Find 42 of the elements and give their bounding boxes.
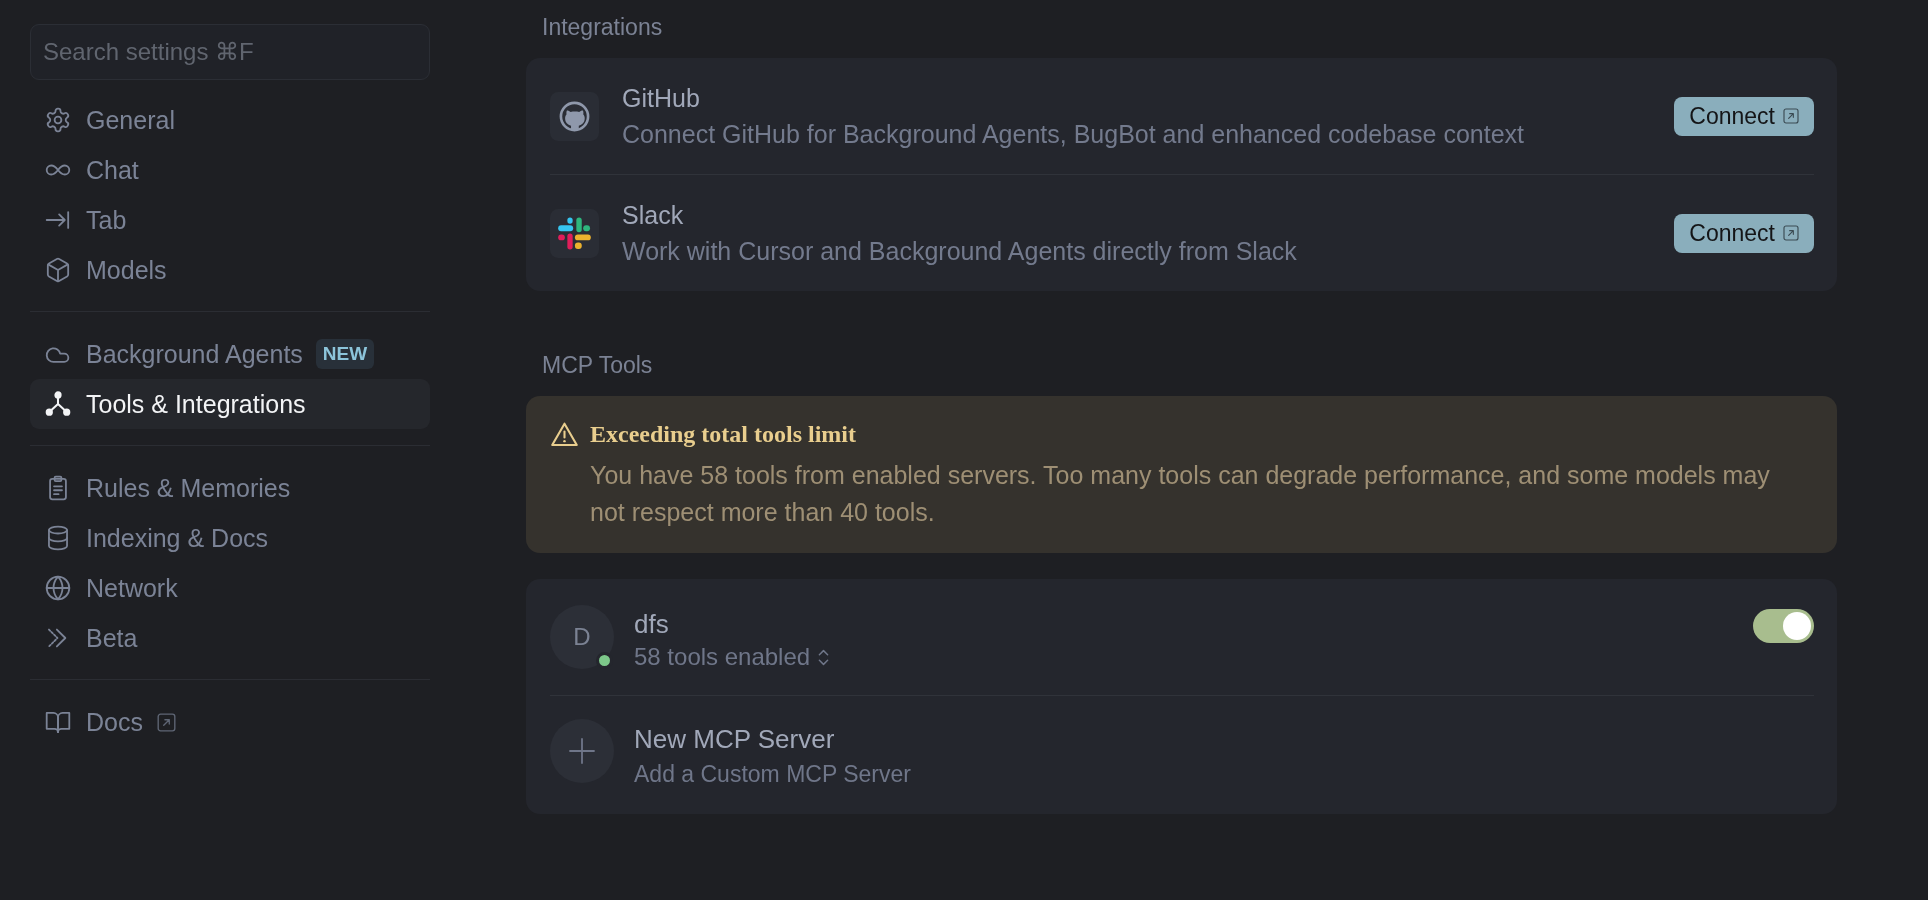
sidebar-item[interactable]: Background Agents NEW — [30, 329, 430, 379]
sidebar-item[interactable]: Models — [30, 245, 430, 295]
server-name: dfs — [634, 608, 669, 640]
sidebar-item[interactable]: Beta — [30, 613, 430, 663]
sidebar-item[interactable]: Network — [30, 563, 430, 613]
section-heading: Integrations — [541, 13, 664, 42]
section-heading: MCP Tools — [541, 351, 654, 380]
sidebar-item[interactable]: Rules & Memories — [30, 463, 430, 513]
server-avatar: D — [550, 605, 614, 669]
github-logo-icon — [550, 91, 599, 141]
warning-message: You have 58 tools from enabled servers. Too many tools can degrade performance, and some models may not respect more than 40 tools. — [590, 460, 1771, 528]
search-field[interactable]: Search settings ⌘F — [30, 24, 430, 80]
add-server-icon[interactable] — [550, 718, 614, 783]
feature-tag: NEW — [315, 339, 375, 369]
sidebar-item[interactable]: General — [30, 95, 430, 145]
sidebar-item[interactable]: Docs — [30, 697, 430, 747]
connect-button[interactable]: Connect — [1674, 213, 1814, 253]
database-icon — [45, 525, 71, 551]
integration-description: Connect GitHub for Background Agents, BugBot and enhanced codebase context — [622, 119, 1525, 149]
globe-icon — [45, 575, 71, 601]
integration-description: Work with Cursor and Background Agents directly from Slack — [622, 236, 1298, 266]
slack-logo-icon — [550, 208, 599, 258]
integration-name: Slack — [622, 200, 685, 230]
sidebar-item[interactable]: Tab — [30, 195, 430, 245]
add-server-title: New MCP Server — [634, 722, 835, 755]
integration-name: GitHub — [622, 83, 701, 113]
warning-icon — [551, 421, 578, 447]
cube-icon — [45, 257, 71, 283]
node-graph-icon — [45, 391, 71, 417]
sidebar-item[interactable]: Chat — [30, 145, 430, 195]
gear-icon — [45, 107, 71, 133]
sidebar-item[interactable]: Tools & Integrations — [30, 379, 430, 429]
warning-title: Exceeding total tools limit — [590, 420, 857, 449]
server-toggle[interactable] — [1753, 609, 1814, 643]
external-link-icon — [1783, 108, 1799, 124]
book-icon — [45, 709, 71, 735]
sidebar-item[interactable]: Indexing & Docs — [30, 513, 430, 563]
external-link-icon — [1783, 225, 1799, 241]
connect-button[interactable]: Connect — [1674, 96, 1814, 136]
add-server-description: Add a Custom MCP Server — [634, 759, 911, 789]
tools-count-button[interactable]: 58 tools enabled — [634, 642, 830, 672]
chevron-up-down-icon — [818, 648, 830, 666]
